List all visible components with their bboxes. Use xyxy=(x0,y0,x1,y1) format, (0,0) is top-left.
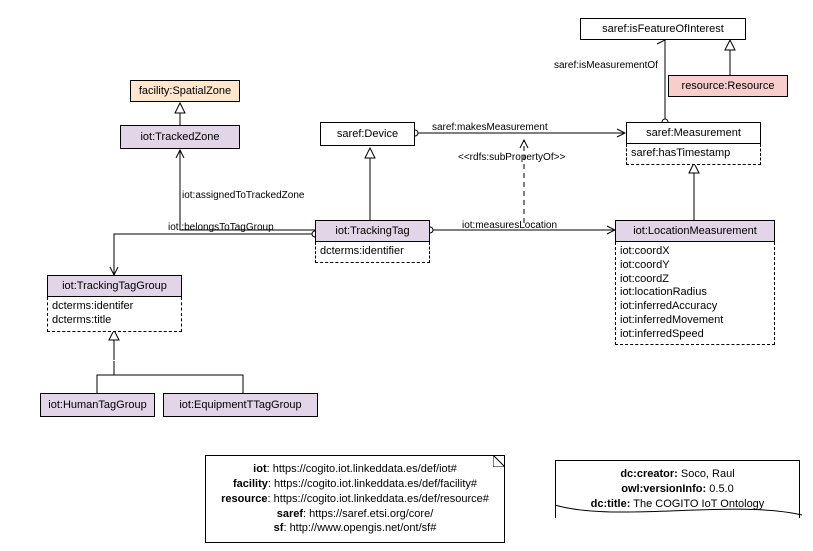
label: saref:Measurement xyxy=(646,127,741,139)
ns-val: http://www.opengis.net/ont/sf# xyxy=(290,522,437,534)
attrs-locationmeasurement: iot:coordX iot:coordY iot:coordZ iot:loc… xyxy=(615,242,775,345)
attr: dcterms:title xyxy=(52,314,177,328)
ns-key: sf xyxy=(274,522,284,534)
attr: iot:coordX xyxy=(620,245,770,259)
label: iot:EquipmentTTagGroup xyxy=(179,399,301,411)
attrs-measurement: saref:hasTimestamp xyxy=(626,144,761,165)
meta-key: dc:creator: xyxy=(620,468,677,480)
edge-label-makesmeasurement: saref:makesMeasurement xyxy=(432,122,548,133)
attr: iot:locationRadius xyxy=(620,286,770,300)
class-resource: resource:Resource xyxy=(668,75,788,97)
attrs-trackingtag: dcterms:identifier xyxy=(315,242,430,263)
edge-label-ismeasurementof: saref:isMeasurementOf xyxy=(554,60,658,71)
attr: dcterms:identifier xyxy=(320,245,404,257)
attr: iot:coordZ xyxy=(620,273,770,287)
meta-key: owl:versionInfo: xyxy=(621,483,706,495)
edge-label-measureslocation: iot:measuresLocation xyxy=(462,220,557,231)
ns-val: https://saref.etsi.org/core/ xyxy=(309,508,433,520)
class-trackedzone: iot:TrackedZone xyxy=(120,125,240,149)
ns-val: https://cogito.iot.linkeddata.es/def/iot… xyxy=(273,463,457,475)
label: facility:SpatialZone xyxy=(139,85,231,97)
attrs-trackingtaggroup: dcterms:identifer dcterms:title xyxy=(47,297,182,332)
attr: dcterms:identifer xyxy=(52,300,177,314)
class-trackingtag: iot:TrackingTag xyxy=(315,220,430,242)
edge-label-assigned: iot:assignedToTrackedZone xyxy=(182,190,304,201)
attr: saref:hasTimestamp xyxy=(631,147,730,159)
class-spatialzone: facility:SpatialZone xyxy=(130,80,240,102)
note-namespaces: iot: https://cogito.iot.linkeddata.es/de… xyxy=(205,455,505,543)
label: iot:TrackedZone xyxy=(140,131,219,143)
attr: iot:coordY xyxy=(620,259,770,273)
ns-key: resource xyxy=(221,493,267,505)
edge-label-belongs: iot::belongsToTagGroup xyxy=(168,222,274,233)
class-isfeatureofinterest: saref:isFeatureOfInterest xyxy=(580,18,746,40)
class-humantaggroup: iot:HumanTagGroup xyxy=(40,393,155,417)
ns-key: saref xyxy=(277,508,303,520)
ns-val: https://cogito.iot.linkeddata.es/def/res… xyxy=(274,493,489,505)
ns-val: https://cogito.iot.linkeddata.es/def/fac… xyxy=(274,478,477,490)
label: iot:TrackingTag xyxy=(335,225,409,237)
class-measurement: saref:Measurement xyxy=(626,122,761,144)
ns-key: iot xyxy=(253,463,266,475)
label: saref:isFeatureOfInterest xyxy=(602,23,724,35)
class-device: saref:Device xyxy=(320,122,415,146)
label: iot:LocationMeasurement xyxy=(633,225,757,237)
note-metadata: dc:creator: Soco, Raul owl:versionInfo: … xyxy=(555,460,800,518)
edge-label-subpropof: <<rdfs:subPropertyOf>> xyxy=(458,152,565,163)
class-trackingtaggroup: iot:TrackingTagGroup xyxy=(47,275,182,297)
attr: iot:inferredSpeed xyxy=(620,328,770,342)
meta-val: 0.5.0 xyxy=(709,483,733,495)
label: resource:Resource xyxy=(682,80,775,92)
class-locationmeasurement: iot:LocationMeasurement xyxy=(615,220,775,242)
class-equiptaggroup: iot:EquipmentTTagGroup xyxy=(163,393,318,417)
attr: iot:inferredMovement xyxy=(620,314,770,328)
label: iot:TrackingTagGroup xyxy=(62,280,167,292)
label: saref:Device xyxy=(337,128,398,140)
meta-val: Soco, Raul xyxy=(681,468,735,480)
attr: iot:inferredAccuracy xyxy=(620,300,770,314)
ns-key: facility xyxy=(233,478,268,490)
label: iot:HumanTagGroup xyxy=(48,399,146,411)
